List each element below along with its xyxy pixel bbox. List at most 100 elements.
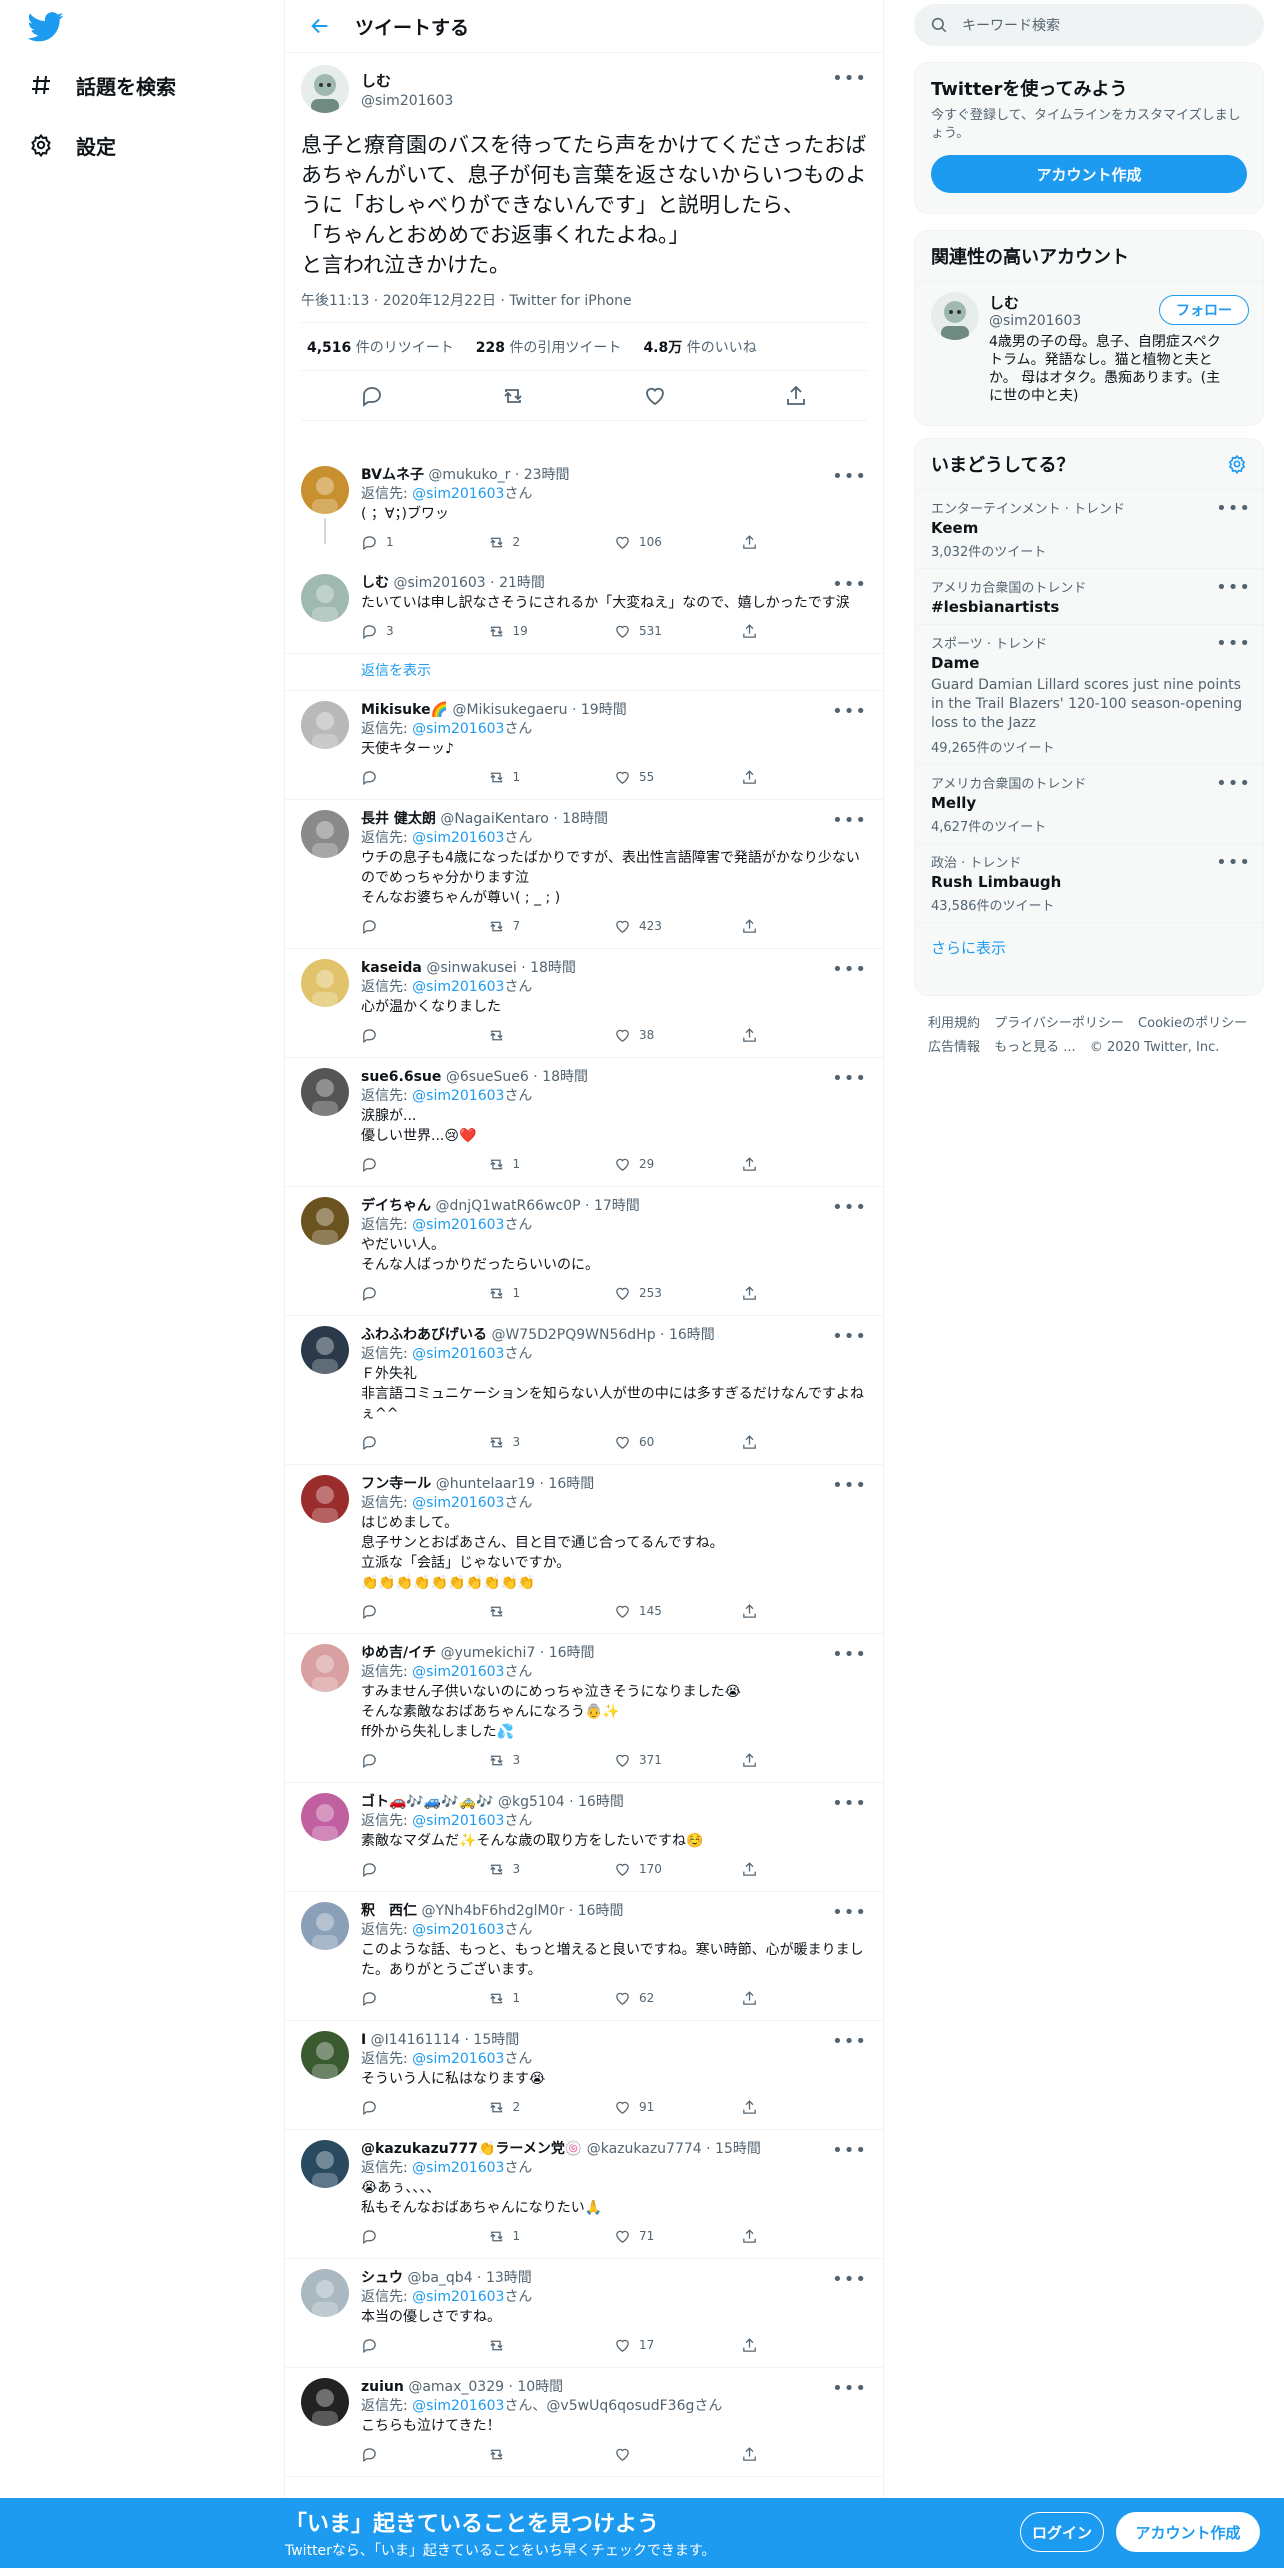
more-options-icon[interactable]: ••• xyxy=(832,466,867,487)
like-count[interactable]: 4.8万 件のいいね xyxy=(643,337,756,357)
reply-handle-time[interactable]: @huntelaar19 · 16時間 xyxy=(436,1476,595,1492)
tweet-author[interactable]: しむ @sim201603 ••• xyxy=(301,64,867,114)
reply-to-handle[interactable]: @sim201603 xyxy=(412,1346,504,1362)
settings-gear-icon[interactable] xyxy=(1227,454,1247,474)
reply-handle-time[interactable]: @yumekichi7 · 16時間 xyxy=(441,1645,595,1661)
reply-tweet[interactable]: フン寺ール @huntelaar19 · 16時間 返信先: @sim201603… xyxy=(285,1465,883,1634)
reply-button[interactable] xyxy=(361,1434,488,1451)
reply-author-name[interactable]: ゴト🚗🎶🚙🎶🚕🎶 xyxy=(361,1794,494,1810)
reply-button[interactable] xyxy=(361,2337,488,2354)
avatar[interactable] xyxy=(301,2140,349,2188)
more-options-icon[interactable]: ••• xyxy=(1216,773,1251,794)
more-options-icon[interactable]: ••• xyxy=(832,68,867,89)
avatar[interactable] xyxy=(301,701,349,749)
more-options-icon[interactable]: ••• xyxy=(832,1475,867,1496)
retweet-button[interactable]: 3 xyxy=(488,1861,615,1878)
retweet-button[interactable]: 1 xyxy=(488,2228,615,2245)
more-options-icon[interactable]: ••• xyxy=(832,574,867,595)
more-options-icon[interactable]: ••• xyxy=(1216,498,1251,519)
ads-info-link[interactable]: 広告情報 xyxy=(928,1040,980,1055)
reply-author-name[interactable]: しむ xyxy=(361,575,389,591)
nav-settings[interactable]: 設定 xyxy=(28,125,116,165)
reply-button[interactable] xyxy=(361,918,488,935)
trend-item[interactable]: アメリカ合衆国のトレンド Melly 4,627件のツイート ••• xyxy=(915,765,1263,844)
trend-item[interactable]: アメリカ合衆国のトレンド #lesbianartists ••• xyxy=(915,569,1263,625)
reply-button[interactable] xyxy=(361,1861,488,1878)
avatar[interactable] xyxy=(301,1326,349,1374)
trend-name[interactable]: Rush Limbaugh xyxy=(931,873,1247,891)
more-options-icon[interactable]: ••• xyxy=(832,1793,867,1814)
reply-author-name[interactable]: sue6.6sue xyxy=(361,1069,441,1085)
avatar[interactable] xyxy=(301,1644,349,1692)
reply-button[interactable] xyxy=(361,2099,488,2116)
reply-button[interactable] xyxy=(361,1603,488,1620)
reply-author-name[interactable]: シュウ xyxy=(361,2270,403,2286)
reply-tweet[interactable]: シュウ @ba_qb4 · 13時間 返信先: @sim201603さん 本当の優し… xyxy=(285,2259,883,2368)
more-options-icon[interactable]: ••• xyxy=(832,2269,867,2290)
share-button[interactable] xyxy=(741,918,868,935)
retweet-count[interactable]: 4,516 件のリツイート xyxy=(307,337,454,357)
reply-author-name[interactable]: BVムネ子 xyxy=(361,467,424,483)
more-options-icon[interactable]: ••• xyxy=(832,1326,867,1347)
reply-to-handle[interactable]: @sim201603 xyxy=(412,1664,504,1680)
retweet-button[interactable]: 1 xyxy=(488,1990,615,2007)
retweet-button[interactable] xyxy=(488,1603,615,1620)
share-button[interactable] xyxy=(741,769,868,786)
reply-to-handle[interactable]: @sim201603 xyxy=(412,2398,504,2414)
reply-author-name[interactable]: zuiun xyxy=(361,2379,404,2395)
reply-tweet[interactable]: kaseida @sinwakusei · 18時間 返信先: @sim20160… xyxy=(285,949,883,1058)
more-options-icon[interactable]: ••• xyxy=(832,810,867,831)
like-button[interactable]: 106 xyxy=(614,534,741,551)
avatar[interactable] xyxy=(931,292,979,340)
share-button[interactable] xyxy=(741,1752,868,1769)
reply-author-name[interactable]: ふわふわあびげいる xyxy=(361,1327,487,1343)
trend-item[interactable]: エンターテインメント · トレンド Keem 3,032件のツイート ••• xyxy=(915,490,1263,569)
avatar[interactable] xyxy=(301,1068,349,1116)
reply-tweet[interactable]: ゆめ吉/イチ @yumekichi7 · 16時間 返信先: @sim201603… xyxy=(285,1634,883,1783)
show-replies-link[interactable]: 返信を表示 xyxy=(285,654,883,691)
more-options-icon[interactable]: ••• xyxy=(1216,852,1251,873)
reply-handle-time[interactable]: @NagaiKentaro · 18時間 xyxy=(440,811,608,827)
reply-button[interactable] xyxy=(361,1027,488,1044)
reply-tweet[interactable]: BVムネ子 @mukuko_r · 23時間 返信先: @sim201603さん (… xyxy=(285,456,883,564)
author-handle[interactable]: @sim201603 xyxy=(361,93,453,109)
reply-tweet[interactable]: sue6.6sue @6sueSue6 · 18時間 返信先: @sim20160… xyxy=(285,1058,883,1187)
reply-author-name[interactable]: ゆめ吉/イチ xyxy=(361,1645,436,1661)
reply-to-handle[interactable]: @sim201603 xyxy=(412,1217,504,1233)
share-button[interactable] xyxy=(741,2099,868,2116)
share-button[interactable] xyxy=(741,2446,868,2463)
reply-button[interactable] xyxy=(361,2228,488,2245)
reply-handle-time[interactable]: @YNh4bF6hd2glM0r · 16時間 xyxy=(421,1903,623,1919)
reply-button[interactable] xyxy=(361,1752,488,1769)
share-button[interactable] xyxy=(741,1027,868,1044)
trend-name[interactable]: Keem xyxy=(931,519,1247,537)
like-button[interactable]: 253 xyxy=(614,1285,741,1302)
reply-to-handle[interactable]: @sim201603 xyxy=(412,1495,504,1511)
nav-explore[interactable]: 話題を検索 xyxy=(28,65,176,105)
reply-author-name[interactable]: 釈 西仁 xyxy=(361,1903,417,1919)
reply-icon[interactable] xyxy=(360,384,384,408)
like-button[interactable]: 55 xyxy=(614,769,741,786)
avatar[interactable] xyxy=(301,959,349,1007)
reply-tweet[interactable]: 長井 健太朗 @NagaiKentaro · 18時間 返信先: @sim2016… xyxy=(285,800,883,949)
share-button[interactable] xyxy=(741,1603,868,1620)
like-button[interactable]: 60 xyxy=(614,1434,741,1451)
twitter-logo-icon[interactable] xyxy=(28,12,64,42)
login-button[interactable]: ログイン xyxy=(1020,2512,1104,2552)
avatar[interactable] xyxy=(301,2031,349,2079)
like-button[interactable]: 371 xyxy=(614,1752,741,1769)
trend-item[interactable]: スポーツ · トレンド Dame Guard Damian Lillard scor… xyxy=(915,625,1263,765)
reply-tweet[interactable]: しむ @sim201603 · 21時間 たいていは申し訳なさそうにされるか「大変… xyxy=(285,564,883,654)
reply-tweet[interactable]: Mikisuke🌈 @Mikisukegaeru · 19時間 返信先: @sim… xyxy=(285,691,883,800)
share-button[interactable] xyxy=(741,1156,868,1173)
reply-tweet[interactable]: 釈 西仁 @YNh4bF6hd2glM0r · 16時間 返信先: @sim201… xyxy=(285,1892,883,2021)
retweet-button[interactable]: 2 xyxy=(488,534,615,551)
reply-button[interactable]: 1 xyxy=(361,534,488,551)
share-button[interactable] xyxy=(741,534,868,551)
reply-handle-time[interactable]: @dnjQ1watR66wc0P · 17時間 xyxy=(435,1198,639,1214)
reply-tweet[interactable]: デイちゃん @dnjQ1watR66wc0P · 17時間 返信先: @sim20… xyxy=(285,1187,883,1316)
reply-to-handle[interactable]: @sim201603 xyxy=(412,721,504,737)
quote-count[interactable]: 228 件の引用ツイート xyxy=(476,337,622,357)
reply-handle-time[interactable]: @amax_0329 · 10時間 xyxy=(408,2379,563,2395)
reply-tweet[interactable]: ふわふわあびげいる @W75D2PQ9WN56dHp · 16時間 返信先: @s… xyxy=(285,1316,883,1465)
